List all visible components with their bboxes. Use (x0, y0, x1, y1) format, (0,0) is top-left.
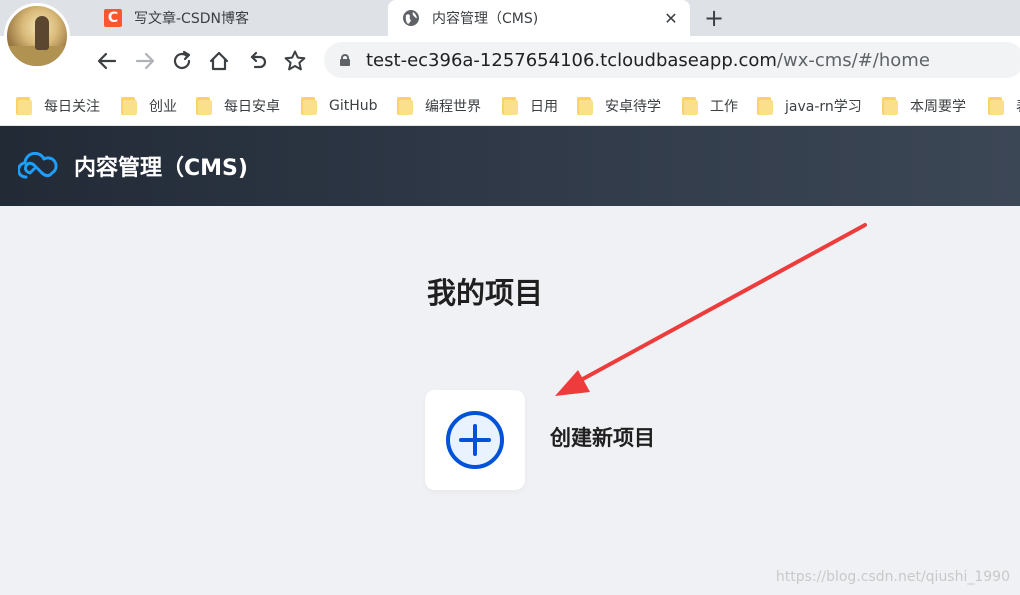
csdn-favicon-icon: C (104, 9, 122, 27)
bookmark-star-icon[interactable] (281, 47, 309, 75)
folder-icon (196, 97, 212, 115)
folder-icon (682, 97, 698, 115)
address-bar[interactable]: test-ec396a-1257654106.tcloudbaseapp.com… (324, 42, 1020, 78)
lock-icon (340, 54, 350, 66)
home-icon[interactable] (205, 47, 233, 75)
bookmark-folder[interactable]: 表 (988, 96, 1020, 116)
new-tab-button[interactable]: + (700, 4, 728, 32)
globe-icon (402, 9, 420, 27)
folder-icon (121, 97, 137, 115)
browser-toolbar: test-ec396a-1257654106.tcloudbaseapp.com… (0, 36, 1020, 86)
bookmark-folder[interactable]: java-rn学习 (757, 96, 862, 116)
app-header: 内容管理（CMS) (0, 126, 1020, 206)
bookmarks-bar: 每日关注 创业 每日安卓 GitHub 编程世界 日用 安卓待学 工作 java… (0, 86, 1020, 126)
tab-title: 内容管理（CMS) (432, 11, 539, 27)
folder-icon (577, 97, 593, 115)
cloud-logo-icon (17, 151, 58, 181)
close-tab-icon[interactable]: ✕ (662, 9, 680, 28)
create-project-button[interactable] (425, 390, 525, 490)
create-project-label[interactable]: 创建新项目 (550, 422, 655, 452)
folder-icon (988, 97, 1004, 115)
bookmark-folder[interactable]: 工作 (682, 96, 738, 116)
bookmark-folder[interactable]: 每日安卓 (196, 96, 280, 116)
bookmark-folder[interactable]: 编程世界 (397, 96, 481, 116)
add-circle-icon (446, 411, 504, 469)
folder-icon (502, 97, 518, 115)
app-title: 内容管理（CMS) (74, 156, 248, 181)
watermark: https://blog.csdn.net/qiushi_1990 (775, 569, 1010, 585)
folder-icon (882, 97, 898, 115)
forward-arrow-icon[interactable] (131, 47, 159, 75)
bookmark-folder[interactable]: 安卓待学 (577, 96, 661, 116)
url-text: test-ec396a-1257654106.tcloudbaseapp.com… (366, 49, 930, 71)
bookmark-folder[interactable]: 每日关注 (16, 96, 100, 116)
tab-csdn[interactable]: C 写文章-CSDN博客 (92, 0, 384, 36)
bookmark-folder[interactable]: 创业 (121, 96, 177, 116)
page-title: 我的项目 (426, 276, 543, 310)
folder-icon (301, 97, 317, 115)
avatar-figure (35, 16, 49, 50)
folder-icon (757, 97, 773, 115)
profile-avatar[interactable] (4, 3, 70, 69)
folder-icon (397, 97, 413, 115)
bookmark-folder[interactable]: 本周要学 (882, 96, 966, 116)
bookmark-folder[interactable]: GitHub (301, 96, 378, 116)
tab-title: 写文章-CSDN博客 (134, 11, 249, 27)
tab-cms[interactable]: 内容管理（CMS) ✕ (388, 0, 690, 36)
folder-icon (16, 97, 32, 115)
bookmark-folder[interactable]: 日用 (502, 96, 558, 116)
reload-icon[interactable] (168, 47, 196, 75)
undo-icon[interactable] (244, 47, 272, 75)
back-arrow-icon[interactable] (93, 47, 121, 75)
